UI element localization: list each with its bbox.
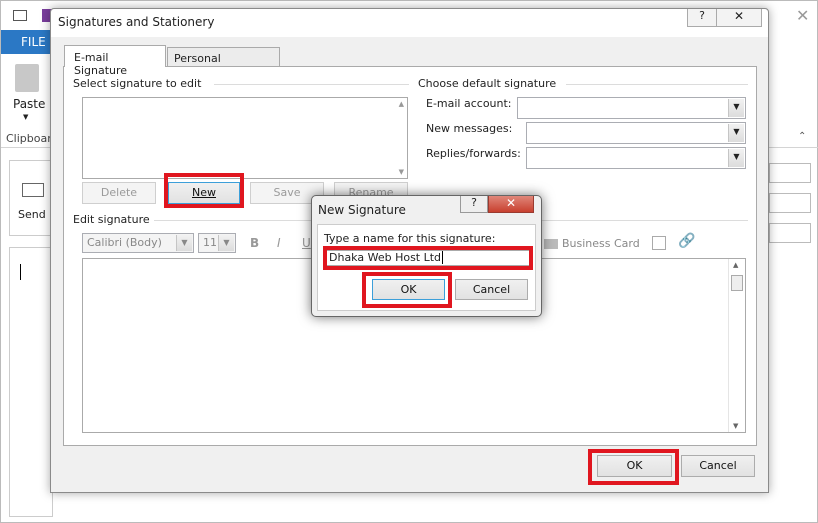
select-signature-label: Select signature to edit — [73, 77, 202, 90]
help-button[interactable]: ? — [687, 9, 717, 27]
cancel-button[interactable]: Cancel — [681, 455, 755, 477]
tab-personal-stationery[interactable]: Personal Stationery — [167, 47, 280, 78]
file-tab[interactable]: FILE — [1, 30, 53, 54]
send-label: Send — [18, 208, 46, 221]
message-body[interactable] — [9, 247, 53, 517]
text-cursor — [20, 264, 21, 280]
edit-signature-label: Edit signature — [73, 213, 150, 226]
insert-picture-icon[interactable] — [652, 236, 666, 250]
bold-button[interactable]: B — [250, 236, 259, 250]
collapse-ribbon-icon[interactable]: ⌃ — [798, 131, 806, 142]
new-signature-cancel-button[interactable]: Cancel — [455, 279, 528, 300]
chevron-down-icon[interactable]: ▼ — [728, 149, 744, 167]
signature-list[interactable]: ▲ ▼ — [82, 97, 408, 179]
email-account-select[interactable]: ▼ — [517, 97, 746, 119]
message-icon — [13, 10, 27, 21]
choose-default-label: Choose default signature — [418, 77, 557, 90]
help-button[interactable]: ? — [460, 196, 488, 213]
paste-dropdown-icon[interactable]: ▼ — [23, 113, 28, 121]
new-messages-select[interactable]: ▼ — [526, 122, 746, 144]
replies-forwards-select[interactable]: ▼ — [526, 147, 746, 169]
subject-field[interactable] — [769, 223, 811, 243]
size-value: 11 — [203, 236, 217, 249]
to-field[interactable] — [769, 163, 811, 183]
underline-button[interactable]: U — [302, 236, 311, 250]
tab-email-signature[interactable]: E-mail Signature — [64, 45, 166, 77]
new-signature-title: New Signature — [318, 203, 406, 217]
scroll-up-icon[interactable]: ▲ — [733, 261, 738, 269]
scroll-up-icon[interactable]: ▲ — [399, 100, 404, 108]
business-card-button[interactable]: Business Card — [562, 237, 640, 250]
ok-button-highlight — [588, 449, 679, 485]
new-messages-label: New messages: — [426, 122, 513, 135]
italic-button[interactable]: I — [277, 236, 281, 250]
close-window-icon[interactable]: ✕ — [796, 6, 809, 25]
dialog-titlebar: Signatures and Stationery ? ✕ — [51, 9, 768, 37]
paste-icon — [15, 64, 39, 92]
scroll-down-icon[interactable]: ▼ — [399, 168, 404, 176]
new-button-highlight — [164, 173, 244, 208]
new-signature-dialog: New Signature ? ✕ Type a name for this s… — [311, 195, 542, 317]
cc-field[interactable] — [769, 193, 811, 213]
chevron-down-icon[interactable]: ▼ — [176, 235, 192, 251]
separator — [566, 84, 748, 85]
send-icon — [22, 183, 44, 197]
font-value: Calibri (Body) — [87, 236, 162, 249]
font-select[interactable]: Calibri (Body) ▼ — [82, 233, 194, 253]
send-button[interactable]: Send — [9, 160, 53, 236]
close-button[interactable]: ✕ — [716, 9, 762, 27]
chevron-down-icon[interactable]: ▼ — [728, 124, 744, 142]
delete-button[interactable]: Delete — [82, 182, 156, 204]
replies-forwards-label: Replies/forwards: — [426, 147, 521, 160]
close-button[interactable]: ✕ — [488, 196, 534, 213]
new-signature-panel: Type a name for this signature: Dhaka We… — [317, 224, 536, 311]
input-highlight — [323, 246, 533, 270]
email-account-label: E-mail account: — [426, 97, 512, 110]
separator — [214, 84, 409, 85]
scroll-thumb[interactable] — [731, 275, 743, 291]
dialog-title: Signatures and Stationery — [58, 15, 215, 29]
chevron-down-icon[interactable]: ▼ — [728, 99, 744, 117]
scroll-down-icon[interactable]: ▼ — [733, 422, 738, 430]
ok-highlight — [362, 272, 452, 308]
business-card-icon — [544, 239, 558, 249]
hyperlink-icon[interactable]: 🔗 — [678, 233, 695, 249]
size-select[interactable]: 11 ▼ — [198, 233, 236, 253]
paste-button[interactable]: Paste — [13, 97, 45, 111]
editor-scrollbar[interactable]: ▲ ▼ — [728, 259, 745, 432]
chevron-down-icon[interactable]: ▼ — [218, 235, 234, 251]
signature-name-prompt: Type a name for this signature: — [324, 232, 496, 245]
